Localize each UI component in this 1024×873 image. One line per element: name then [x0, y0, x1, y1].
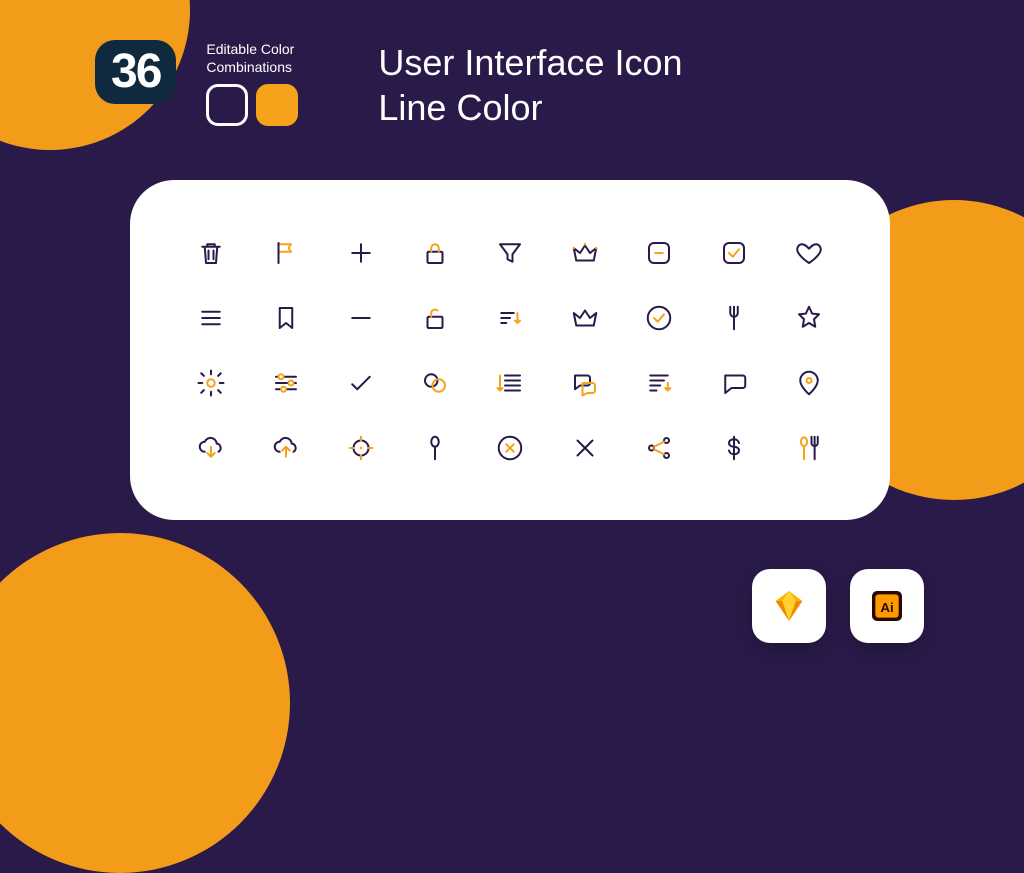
dollar-icon [719, 433, 749, 463]
lock-icon [420, 238, 450, 268]
x-icon [570, 433, 600, 463]
flag-icon [271, 238, 301, 268]
title-line-1: User Interface Icon [378, 40, 682, 85]
title: User Interface Icon Line Color [378, 40, 682, 130]
editable-label-2: Combinations [206, 58, 298, 76]
sketch-app-icon [752, 569, 826, 643]
comments-icon [570, 368, 600, 398]
trash-icon [196, 238, 226, 268]
sort-down-icon [495, 303, 525, 333]
check-circle-icon [644, 303, 674, 333]
crown-outline-icon [570, 303, 600, 333]
decor-circle [0, 533, 290, 873]
plus-icon [346, 238, 376, 268]
spoon-icon [420, 433, 450, 463]
utensils-icon [794, 433, 824, 463]
speech-icon [719, 368, 749, 398]
menu-icon [196, 303, 226, 333]
minus-square-icon [644, 238, 674, 268]
cloud-download-icon [196, 433, 226, 463]
check-square-icon [719, 238, 749, 268]
app-badges: Ai [752, 569, 924, 643]
funnel-icon [495, 238, 525, 268]
color-swatches [206, 84, 298, 126]
unlock-icon [420, 303, 450, 333]
share-icon [644, 433, 674, 463]
header: 36 Editable Color Combinations User Inte… [95, 40, 964, 130]
heart-icon [794, 238, 824, 268]
icon-grid-panel [130, 180, 890, 520]
fork-icon [719, 303, 749, 333]
target-icon [346, 433, 376, 463]
cloud-upload-icon [271, 433, 301, 463]
star-icon [794, 303, 824, 333]
settings-icon [196, 368, 226, 398]
text-down-icon [644, 368, 674, 398]
x-circle-icon [495, 433, 525, 463]
swatch-fill [256, 84, 298, 126]
bookmark-icon [271, 303, 301, 333]
swatch-outline [206, 84, 248, 126]
location-icon [794, 368, 824, 398]
svg-text:Ai: Ai [880, 600, 893, 615]
illustrator-app-icon: Ai [850, 569, 924, 643]
chat-bubbles-icon [420, 368, 450, 398]
minus-icon [346, 303, 376, 333]
sliders-icon [271, 368, 301, 398]
editable-block: Editable Color Combinations [206, 40, 298, 126]
check-icon [346, 368, 376, 398]
crown-icon [570, 238, 600, 268]
count-badge: 36 [95, 40, 176, 104]
editable-label-1: Editable Color [206, 40, 298, 58]
list-down-icon [495, 368, 525, 398]
title-line-2: Line Color [378, 85, 682, 130]
